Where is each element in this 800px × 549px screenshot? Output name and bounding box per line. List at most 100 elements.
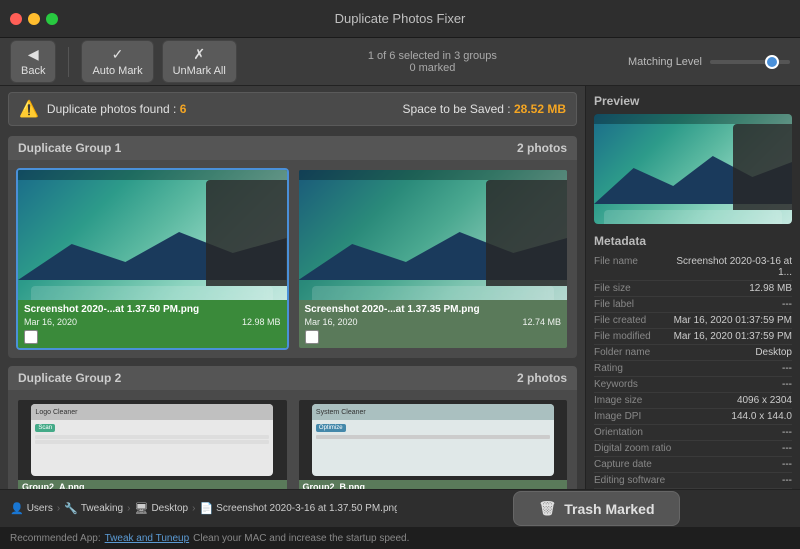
- photo-size-2: 12.74 MB: [522, 317, 561, 327]
- photo-date-1: Mar 16, 2020: [24, 317, 77, 327]
- left-panel: ⚠️ Duplicate photos found : 6 Space to b…: [0, 86, 585, 489]
- recommended-app-link[interactable]: Tweak and Tuneup: [105, 533, 190, 544]
- path-separator: ›: [192, 503, 195, 514]
- meta-label: Digital zoom ratio: [594, 443, 671, 454]
- metadata-row: Image DPI 144.0 x 144.0: [594, 409, 792, 425]
- metadata-row: Keywords ---: [594, 377, 792, 393]
- meta-label: File created: [594, 315, 646, 326]
- photo-date-2: Mar 16, 2020: [305, 317, 358, 327]
- group-2-header: Duplicate Group 2 2 photos: [8, 366, 577, 390]
- back-icon: ◀: [28, 46, 39, 63]
- recommended-desc: Clean your MAC and increase the startup …: [193, 533, 409, 544]
- meta-value: ---: [782, 379, 792, 390]
- duplicate-group-2: Duplicate Group 2 2 photos Logo Cleaner …: [8, 366, 577, 489]
- window-controls: [10, 13, 58, 25]
- metadata-title: Metadata: [594, 234, 792, 248]
- space-value: 28.52 MB: [514, 102, 566, 116]
- metadata-rows: File nameScreenshot 2020-03-16 at 1...Fi…: [594, 254, 792, 489]
- photo-thumb-2: [299, 170, 568, 300]
- metadata-row: Digital zoom ratio---: [594, 441, 792, 457]
- meta-value: Mar 16, 2020 01:37:59 PM: [674, 315, 792, 326]
- metadata-row: File name Screenshot 2020-03-16 at 1...: [594, 254, 792, 281]
- recommended-bar: Recommended App: Tweak and Tuneup Clean …: [0, 527, 800, 549]
- photo-info-3: Group2_A.png: [18, 480, 287, 489]
- path-icon: 📄: [199, 502, 213, 515]
- metadata-row: Folder name Desktop: [594, 345, 792, 361]
- meta-label: Image DPI: [594, 411, 641, 422]
- meta-value: ---: [782, 299, 792, 310]
- preview-title: Preview: [594, 94, 792, 108]
- meta-label: Orientation: [594, 427, 643, 438]
- marked-info: 0 marked: [245, 62, 620, 74]
- group-1-title: Duplicate Group 1: [18, 141, 121, 155]
- trash-icon: 🗑: [538, 500, 556, 517]
- photo-checkbox-2[interactable]: [305, 330, 319, 344]
- path-label: Tweaking: [81, 503, 123, 514]
- metadata-row: File size 12.98 MB: [594, 281, 792, 297]
- meta-value: Desktop: [755, 347, 792, 358]
- close-button[interactable]: [10, 13, 22, 25]
- metadata-section: Metadata File name Screenshot 2020-03-16 …: [594, 234, 792, 489]
- path-item[interactable]: 📄Screenshot 2020-3-16 at 1.37.50 PM.png: [199, 502, 397, 515]
- meta-value: ---: [782, 459, 792, 470]
- meta-value: Mar 16, 2020 01:37:59 PM: [674, 331, 792, 342]
- metadata-row: Rating---: [594, 361, 792, 377]
- warning-icon: ⚠️: [19, 99, 39, 119]
- space-info: Space to be Saved : 28.52 MB: [403, 102, 566, 116]
- toolbar: ◀ Back ✓ Auto Mark ✗ UnMark All 1 of 6 s…: [0, 38, 800, 86]
- meta-label: Folder name: [594, 347, 650, 358]
- right-panel: Preview Metadata File name Screenshot 202…: [585, 86, 800, 489]
- matching-level-slider[interactable]: [710, 60, 790, 64]
- meta-label: File size: [594, 283, 631, 294]
- group-1-body: Screenshot 2020-...at 1.37.50 PM.png Mar…: [8, 160, 577, 358]
- matching-level-label: Matching Level: [628, 56, 702, 68]
- group-2-body: Logo Cleaner Scan Group2_A.png: [8, 390, 577, 489]
- group-2-count: 2 photos: [517, 371, 567, 385]
- meta-label: File modified: [594, 331, 651, 342]
- zoom-button[interactable]: [46, 13, 58, 25]
- photo-meta-2: Mar 16, 2020 12.74 MB: [305, 317, 562, 327]
- meta-value: 144.0 x 144.0: [731, 411, 792, 422]
- photo-card-3[interactable]: Logo Cleaner Scan Group2_A.png: [16, 398, 289, 489]
- path-item[interactable]: 🔧Tweaking: [64, 502, 123, 515]
- unmark-all-button[interactable]: ✗ UnMark All: [162, 40, 237, 83]
- window-title: Duplicate Photos Fixer: [335, 11, 466, 26]
- meta-value: 12.98 MB: [749, 283, 792, 294]
- photo-thumb-3: Logo Cleaner Scan: [18, 400, 287, 480]
- back-button[interactable]: ◀ Back: [10, 40, 56, 83]
- path-label: Screenshot 2020-3-16 at 1.37.50 PM.png: [216, 503, 397, 514]
- alert-count: 6: [180, 102, 187, 116]
- photo-card-4[interactable]: System Cleaner Optimize Group2_B.png: [297, 398, 570, 489]
- meta-value: Screenshot 2020-03-16 at 1...: [672, 256, 792, 278]
- auto-mark-button[interactable]: ✓ Auto Mark: [81, 40, 153, 83]
- trash-btn-container: 🗑 Trash Marked: [403, 491, 790, 526]
- photo-checkbox-1[interactable]: [24, 330, 38, 344]
- metadata-row: File modified Mar 16, 2020 01:37:59 PM: [594, 329, 792, 345]
- minimize-button[interactable]: [28, 13, 40, 25]
- meta-label: Keywords: [594, 379, 638, 390]
- metadata-row: Editing software---: [594, 473, 792, 489]
- path-label: Users: [27, 503, 53, 514]
- metadata-row: Image size4096 x 2304: [594, 393, 792, 409]
- group-1-header: Duplicate Group 1 2 photos: [8, 136, 577, 160]
- path-item[interactable]: 👤Users: [10, 502, 53, 515]
- path-separator: ›: [127, 503, 130, 514]
- matching-level-control: Matching Level: [628, 56, 790, 68]
- trash-marked-button[interactable]: 🗑 Trash Marked: [513, 491, 679, 526]
- photo-meta-1: Mar 16, 2020 12.98 MB: [24, 317, 281, 327]
- preview-thumbnail: [594, 114, 792, 224]
- alert-bar: ⚠️ Duplicate photos found : 6 Space to b…: [8, 92, 577, 126]
- meta-value: ---: [782, 427, 792, 438]
- finder-path: 👤Users›🔧Tweaking›🖥Desktop›📄Screenshot 20…: [10, 502, 397, 515]
- photo-thumb-1: [18, 170, 287, 300]
- photo-card-1[interactable]: Screenshot 2020-...at 1.37.50 PM.png Mar…: [16, 168, 289, 350]
- photo-card-2[interactable]: Screenshot 2020-...at 1.37.35 PM.png Mar…: [297, 168, 570, 350]
- path-icon: 🖥: [134, 502, 148, 515]
- recommended-label: Recommended App:: [10, 533, 101, 544]
- path-item[interactable]: 🖥Desktop: [134, 502, 188, 515]
- slider-thumb: [765, 55, 779, 69]
- metadata-row: Orientation ---: [594, 425, 792, 441]
- bottom-bar: 👤Users›🔧Tweaking›🖥Desktop›📄Screenshot 20…: [0, 489, 800, 549]
- photo-name-1: Screenshot 2020-...at 1.37.50 PM.png: [24, 304, 281, 315]
- meta-label: File name: [594, 256, 638, 278]
